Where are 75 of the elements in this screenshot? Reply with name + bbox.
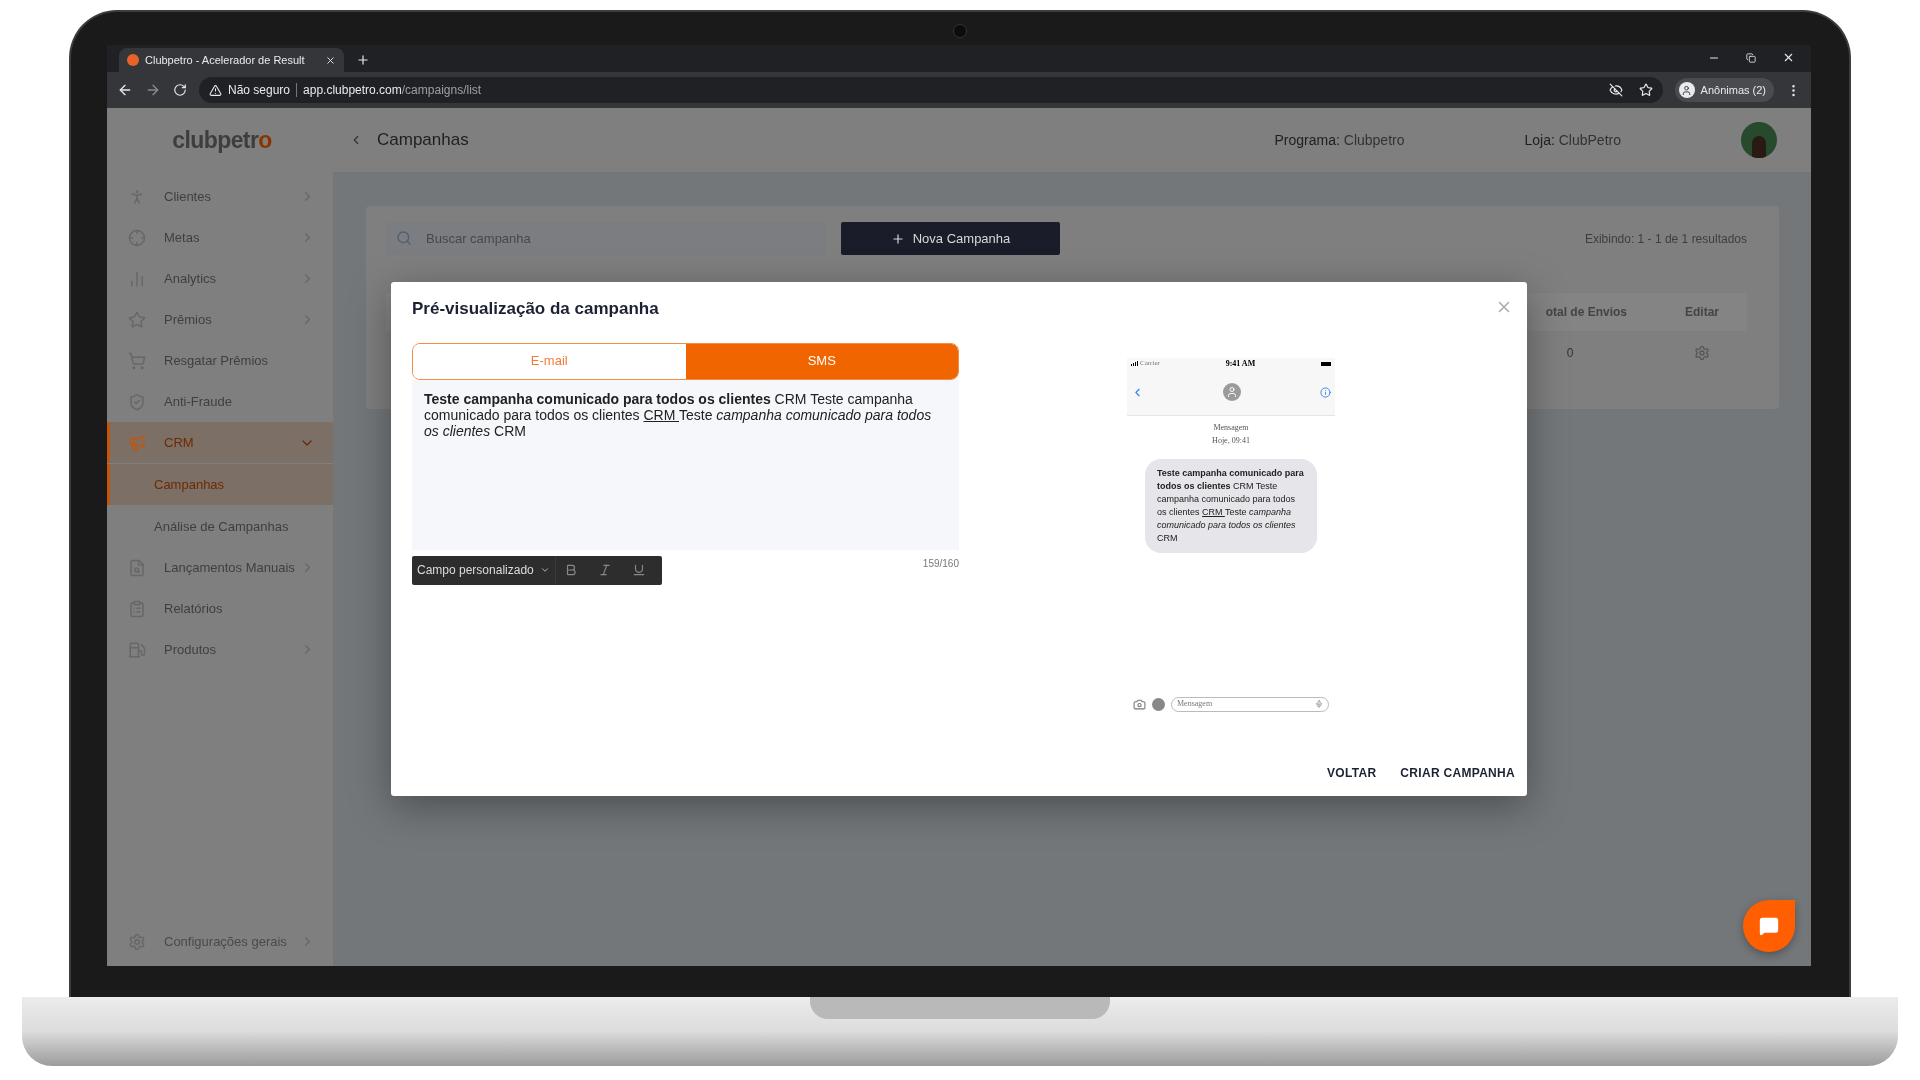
browser-tab[interactable]: Clubpetro - Acelerador de Result [119,48,344,72]
sidebar-item[interactable]: Anti-Fraude [107,381,333,422]
sidebar-item[interactable]: Clientes [107,176,333,217]
forward-icon[interactable] [145,82,161,98]
fuel-pump-icon [128,640,146,659]
submenu-item[interactable]: Campanhas [107,464,333,505]
camera-icon [1133,697,1146,711]
italic-icon[interactable] [597,563,612,577]
thread-time: Hoje, 09:41 [1211,434,1251,447]
cart-icon [128,351,146,370]
sidebar-item[interactable]: Produtos [107,629,333,670]
close-icon[interactable] [1782,51,1795,64]
favicon-icon [127,54,139,66]
column-header: Editar [1684,304,1720,321]
dialog-title: Pré-visualização da campanha [412,298,660,320]
results-count: Exibindo: 1 - 1 de 1 resultados [1584,230,1747,248]
column-header: otal de Envios [1545,304,1627,321]
star-icon [128,310,146,329]
table-cell-text: 0 [1565,345,1575,362]
user-avatar[interactable] [1741,122,1777,158]
page-title: Campanhas [377,129,469,152]
warning-icon [209,83,222,97]
restore-icon[interactable] [1746,52,1756,63]
message-bubble: Teste campanha comunicado para todos os clientes CRM Teste campanha comunicado para todos os clientes CRM Teste campanha comunicado para todos os clientes CRM [1145,458,1317,553]
bar-chart-icon [128,269,146,288]
store-label: Loja: ClubPetro [1524,130,1621,150]
profile-button[interactable]: Anônimas (2) [1674,78,1774,102]
tab-title: Clubpetro - Acelerador de Result [145,52,306,68]
close-icon[interactable] [325,54,336,66]
message-text: Teste campanha comunicado para todos os clientes CRM Teste campanha comunicado para todos os clientes CRM Teste campanha comunicado para todos os clientes CRM [424,390,933,439]
custom-field-dropdown[interactable]: Campo personalizado [412,555,556,585]
shield-icon [128,392,146,411]
url-text: app.clubpetro.com/campaigns/list [303,82,482,99]
program-label: Programa: Clubpetro [1274,130,1405,150]
sidebar-item[interactable]: Relatórios [107,588,333,629]
time-label: 9:41 AM [1224,357,1257,370]
settings-icon [128,932,146,951]
battery-icon [1321,361,1331,366]
channel-tab[interactable]: SMS [685,343,958,379]
megaphone-icon [128,433,146,452]
dialog-button[interactable]: VOLTAR [1321,758,1383,788]
submenu-item[interactable]: Análise de Campanhas [107,506,333,547]
clipboard-icon [128,599,146,618]
camera-icon [953,24,967,38]
back-icon[interactable] [117,82,133,98]
sidebar-item[interactable]: CRM [107,422,333,463]
logo: clubpetro [171,125,272,155]
plus-icon [890,231,905,246]
sidebar-item[interactable]: Analytics [107,258,333,299]
security-label: Não seguro [228,82,291,99]
new-tab-icon[interactable] [356,53,370,67]
bookmark-star-icon[interactable] [1638,83,1653,97]
info-icon [1320,386,1331,398]
target-icon [128,228,146,247]
microphone-icon [1315,700,1323,708]
address-bar[interactable]: Não seguro app.clubpetro.com/campaigns/list [199,77,1663,103]
contact-avatar [1223,383,1241,401]
reload-icon[interactable] [173,83,187,97]
message-editor[interactable]: Teste campanha comunicado para todos os clientes CRM Teste campanha comunicado para todos os clientes CRM Teste campanha comunicado para todos os clientes CRM [412,379,959,550]
eye-off-icon[interactable] [1608,83,1623,97]
dialog-button[interactable]: CRIAR CAMPANHA [1394,758,1521,788]
search-icon [396,230,412,246]
sidebar-item[interactable]: Metas [107,217,333,258]
character-counter: 159/160 [922,556,959,571]
sidebar-item[interactable]: Resgatar Prêmios [107,340,333,381]
chat-icon [1759,916,1779,936]
document-search-icon [128,558,146,577]
caret-icon [539,565,550,575]
new-campaign-button[interactable]: Nova Campanha [841,222,1060,255]
incognito-icon [1678,82,1695,98]
thread-label: Mensagem [1212,421,1250,434]
sidebar-item[interactable]: Prêmios [107,299,333,340]
sidebar-item[interactable]: Lançamentos Manuais [107,547,333,588]
signal-icon [1131,361,1138,366]
underline-icon[interactable] [631,563,646,577]
